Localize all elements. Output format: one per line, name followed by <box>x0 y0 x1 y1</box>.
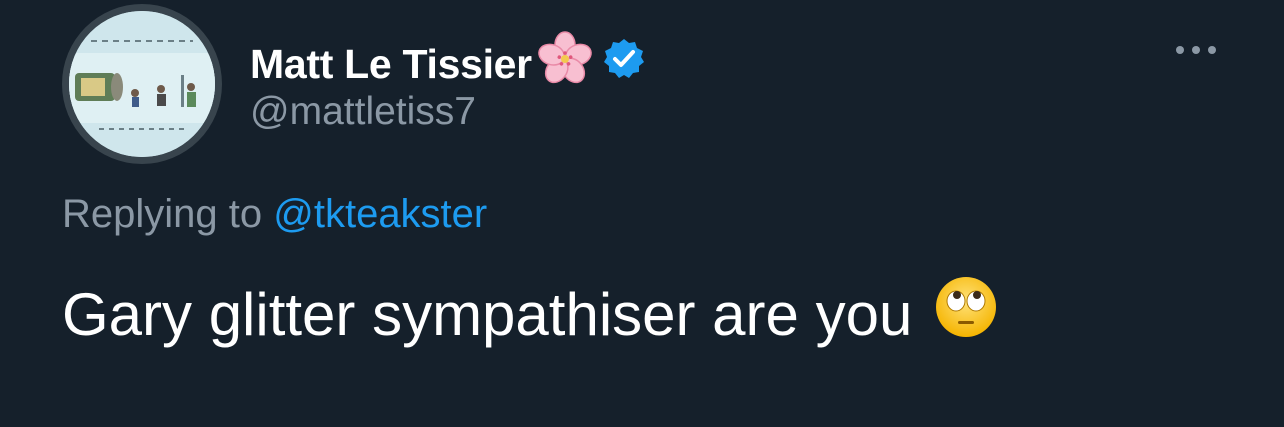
verified-badge-icon[interactable] <box>602 37 646 91</box>
display-name[interactable]: Matt Le Tissier <box>250 30 646 98</box>
more-options-button[interactable] <box>1170 34 1222 70</box>
replying-to-line: Replying to @tkteakster <box>62 192 487 237</box>
cherry-blossom-icon <box>536 30 594 98</box>
more-options-icon <box>1174 43 1218 61</box>
tweet-text: Gary glitter sympathiser are you <box>62 275 998 353</box>
user-handle[interactable]: @mattletiss7 <box>250 90 476 134</box>
tweet-text-content: Gary glitter sympathiser are you <box>62 280 913 348</box>
display-name-text: Matt Le Tissier <box>250 40 532 87</box>
replying-to-mention[interactable]: @tkteakster <box>273 192 487 236</box>
replying-to-label: Replying to <box>62 192 274 236</box>
face-with-rolling-eyes-icon <box>934 275 998 353</box>
avatar[interactable] <box>62 4 222 164</box>
avatar-image <box>69 11 215 157</box>
